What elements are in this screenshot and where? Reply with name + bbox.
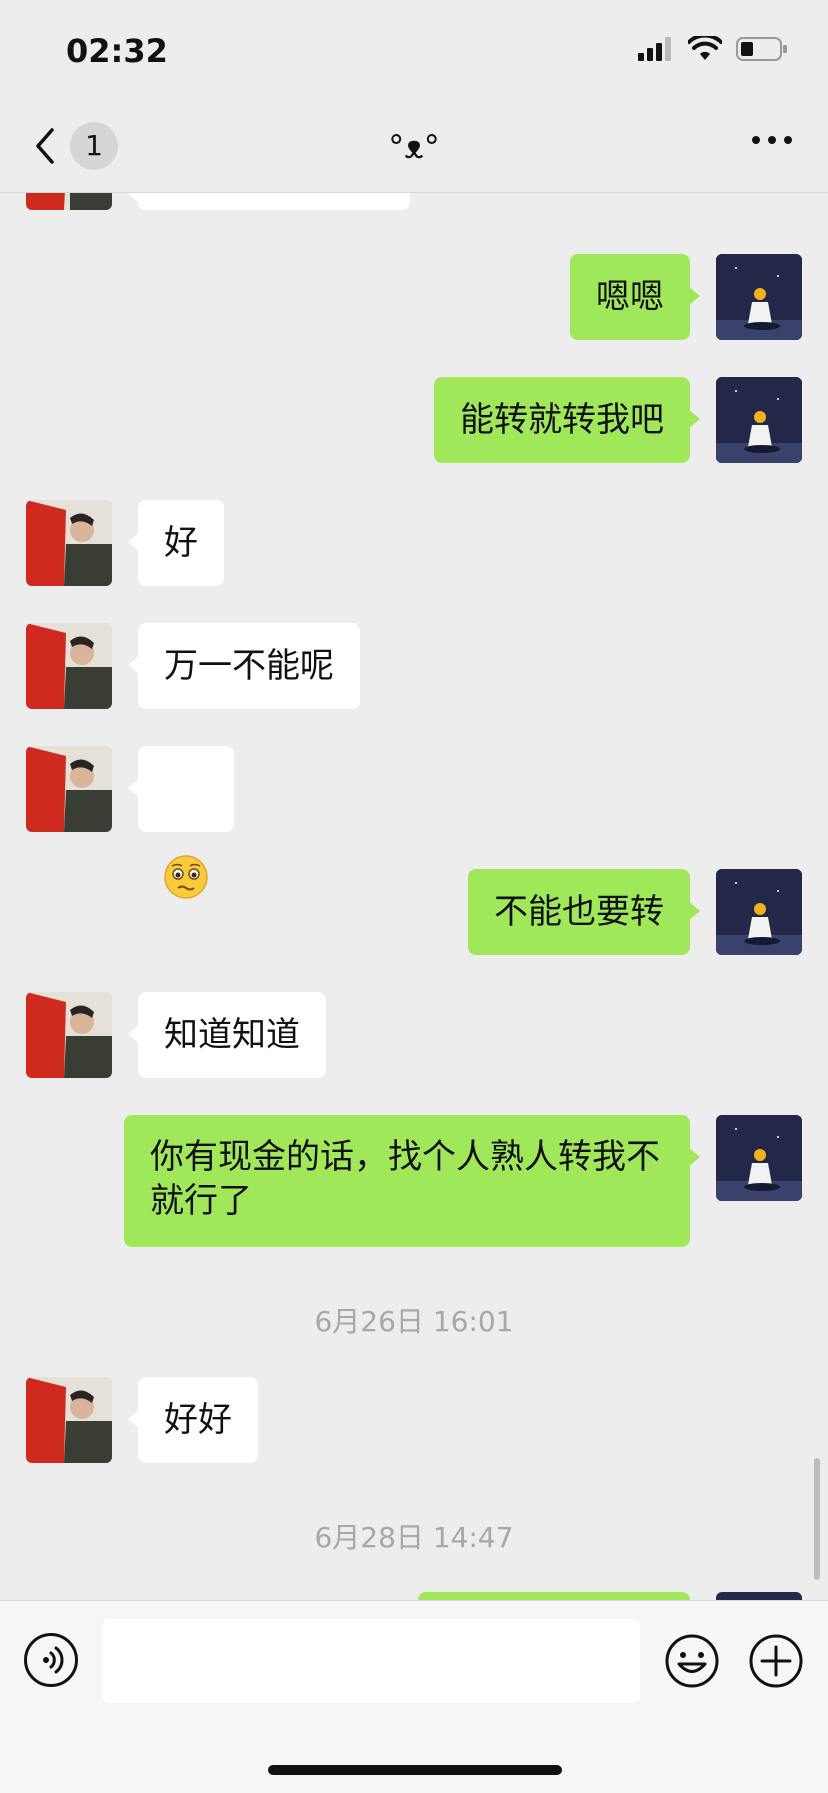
- message-timestamp: 6月28日 14:47: [314, 1521, 514, 1554]
- message-text: 能转就转我吧: [460, 400, 664, 440]
- message-bubble-partial[interactable]: [128, 192, 410, 210]
- input-bar: [0, 1600, 828, 1793]
- wifi-icon: [688, 36, 722, 60]
- message-bubble-received[interactable]: 好: [128, 500, 224, 586]
- message-bubble-sent[interactable]: 嗯嗯: [570, 254, 700, 340]
- scrollbar[interactable]: [814, 1458, 820, 1580]
- emoji-icon[interactable]: [664, 1633, 720, 1689]
- contact-avatar[interactable]: [26, 192, 112, 210]
- message-bubble-sent[interactable]: 你有现金的话，找个人熟人转我不就行了: [124, 1115, 700, 1247]
- signal-icon: [638, 37, 671, 61]
- message-bubble-sent[interactable]: 能转就转我吧: [434, 377, 700, 463]
- message-bubble-received[interactable]: [128, 746, 234, 899]
- contact-avatar[interactable]: [26, 623, 112, 709]
- message-text: 好: [164, 523, 198, 563]
- message-timestamp: 6月26日 16:01: [314, 1305, 514, 1338]
- my-avatar[interactable]: [716, 254, 802, 340]
- chat-title: °ᴥ°: [388, 128, 440, 166]
- message-text: 万一不能呢: [164, 646, 334, 686]
- status-time: 02:32: [66, 32, 168, 70]
- message-bubble-partial[interactable]: [418, 1592, 690, 1600]
- home-indicator: [268, 1765, 562, 1775]
- message-text: 嗯嗯: [596, 277, 664, 317]
- message-text: 不能也要转: [494, 892, 664, 932]
- contact-avatar[interactable]: [26, 746, 112, 832]
- message-bubble-sent[interactable]: 不能也要转: [468, 869, 700, 955]
- contact-avatar[interactable]: [26, 500, 112, 586]
- contact-avatar[interactable]: [26, 992, 112, 1078]
- more-dots-icon[interactable]: [752, 136, 792, 144]
- status-bar: 02:32: [0, 0, 828, 100]
- my-avatar[interactable]: [716, 1592, 802, 1600]
- my-avatar[interactable]: [716, 377, 802, 463]
- my-avatar[interactable]: [716, 869, 802, 955]
- pleading-face-emoji: [164, 855, 208, 899]
- plus-icon[interactable]: [748, 1633, 804, 1689]
- chat-area[interactable]: 嗯嗯 能转就转我吧 好 万一不能呢 不能也要转 知道知道 你有现金的话，找个人熟…: [0, 192, 828, 1600]
- message-bubble-received[interactable]: 知道知道: [128, 992, 326, 1078]
- message-bubble-received[interactable]: 万一不能呢: [128, 623, 360, 709]
- battery-icon: [736, 37, 787, 61]
- my-avatar[interactable]: [716, 1115, 802, 1201]
- message-input[interactable]: [102, 1619, 640, 1703]
- status-icons: [638, 36, 788, 62]
- message-bubble-received[interactable]: 好好: [128, 1377, 258, 1463]
- voice-icon[interactable]: [24, 1633, 78, 1687]
- message-text: 好好: [164, 1400, 232, 1440]
- message-text: 知道知道: [164, 1015, 300, 1055]
- message-text: 你有现金的话，找个人熟人转我不就行了: [150, 1137, 660, 1221]
- contact-avatar[interactable]: [26, 1377, 112, 1463]
- nav-bar: 1 °ᴥ°: [0, 100, 828, 193]
